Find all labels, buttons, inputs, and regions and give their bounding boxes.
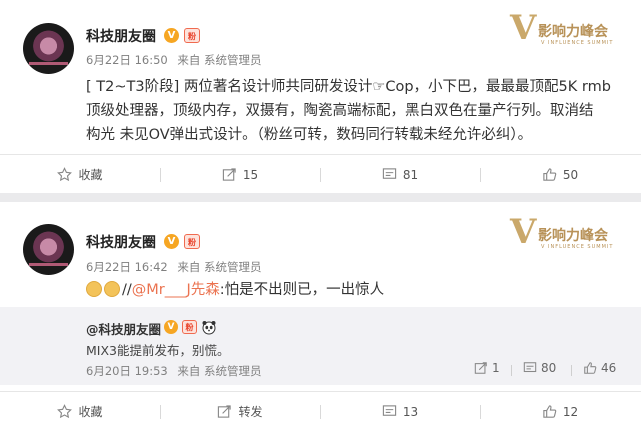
influence-summit-logo: V 影响力峰会 V INFLUENCE SUMMIT [510,215,622,259]
favorite-label: 收藏 [78,168,103,182]
repost-icon [222,168,236,181]
author-name[interactable]: 科技朋友圈 [86,232,156,252]
author-name[interactable]: 科技朋友圈 [86,26,156,46]
repost-comment-count: 80 [541,361,557,375]
post-source: 来自 系统管理员 [177,53,262,67]
logo-v-mark: V [510,8,537,48]
repost-icon [218,405,232,418]
repost-button[interactable]: 15 [160,155,320,194]
post-meta: 6月22日 16:42 来自 系统管理员 [86,259,268,275]
comment-icon [523,362,537,373]
feed-post-1: 科技朋友圈 V 粉 6月22日 16:50 来自 系统管理员 V 影响力峰会 V… [0,0,641,193]
repost-like-button[interactable]: 46 [583,361,616,375]
like-count: 12 [562,404,579,419]
repost-repost-button[interactable]: 1 [474,361,500,375]
repost-meta: 6月20日 19:53 来自 系统管理员 [86,363,268,379]
favorite-button[interactable]: 收藏 [0,155,160,194]
comment-icon [382,405,397,416]
logo-title: 影响力峰会 [538,228,608,244]
post-text: [ T2~T3阶段] 两位著名设计师共同研发设计☞Cop，小下巴，最最最顶配5K… [86,75,611,147]
avatar[interactable] [23,224,74,275]
reply-text: :怕是不出则已，一出惊人 [219,282,385,298]
comment-icon [382,168,397,179]
repost-label: 转发 [238,405,263,419]
panda-icon [202,321,216,335]
comment-count: 13 [402,404,419,419]
star-icon [57,404,73,419]
repost-text: MIX3能提前发布，别慌。 [86,343,230,358]
repost-repost-count: 1 [492,361,500,375]
like-count: 50 [562,167,579,182]
logo-title: 影响力峰会 [538,24,608,40]
post-text-line: [ T2~T3阶段] 两位著名设计师共同研发设计☞Cop，小下巴，最最最顶配5K… [86,79,611,95]
post-text-line: 构光 未见OV弹出式设计。（粉丝可转，数码同行转载未经允许必纠）。 [86,127,533,143]
logo-v-mark: V [510,212,537,252]
repost-count: 15 [242,167,259,182]
comment-button[interactable]: 13 [320,392,480,431]
avatar[interactable] [23,23,74,74]
repost-button[interactable]: 转发 [160,392,320,431]
influence-summit-logo: V 影响力峰会 V INFLUENCE SUMMIT [510,11,622,55]
repost-date[interactable]: 6月20日 19:53 [86,364,168,378]
verified-badge-icon: V [164,234,179,249]
repost-like-count: 46 [601,361,617,375]
post-date[interactable]: 6月22日 16:42 [86,260,168,274]
post-text-line: 顶级处理器，顶级内存，双摄有，陶瓷高端标配，黑白双色在量产行列。取消结 [86,103,594,119]
like-button[interactable]: 12 [480,392,640,431]
post-source: 来自 系统管理员 [177,260,262,274]
like-icon [584,362,597,374]
like-button[interactable]: 50 [480,155,640,194]
repost-icon [474,362,487,374]
repost-box[interactable]: @科技朋友圈 V 粉 MIX3能提前发布，别慌。 6月20日 19:53 来自 … [0,307,641,385]
favorite-label: 收藏 [78,405,103,419]
post-text: //@Mr___J先森:怕是不出则已，一出惊人 [86,278,384,302]
like-icon [543,405,557,418]
comment-count: 81 [402,167,419,182]
repost-source: 来自 系统管理员 [177,364,262,378]
feed-post-2: 科技朋友圈 V 粉 6月22日 16:42 来自 系统管理员 V 影响力峰会 V… [0,202,641,431]
like-icon [543,168,557,181]
repost-author[interactable]: @科技朋友圈 [86,319,161,338]
fans-badge-icon: 粉 [182,320,197,334]
reply-prefix: // [122,282,132,298]
logo-subtitle: V INFLUENCE SUMMIT [541,40,614,46]
mention-link[interactable]: @Mr___J先森 [132,282,220,298]
repost-comment-button[interactable]: 80 [523,361,556,375]
favorite-button[interactable]: 收藏 [0,392,160,431]
post-date[interactable]: 6月22日 16:50 [86,53,168,67]
logo-subtitle: V INFLUENCE SUMMIT [541,244,614,250]
comment-button[interactable]: 81 [320,155,480,194]
fans-badge-icon: 粉 [184,28,200,43]
post-actions: 收藏 转发 13 12 [0,391,641,431]
verified-badge-icon: V [164,28,179,43]
star-icon [57,167,73,182]
strong-arm-emoji-icon [104,281,120,297]
fans-badge-icon: 粉 [184,234,200,249]
verified-badge-icon: V [164,320,178,334]
post-actions: 收藏 15 81 50 [0,154,641,194]
strong-arm-emoji-icon [86,281,102,297]
post-meta: 6月22日 16:50 来自 系统管理员 [86,52,268,68]
